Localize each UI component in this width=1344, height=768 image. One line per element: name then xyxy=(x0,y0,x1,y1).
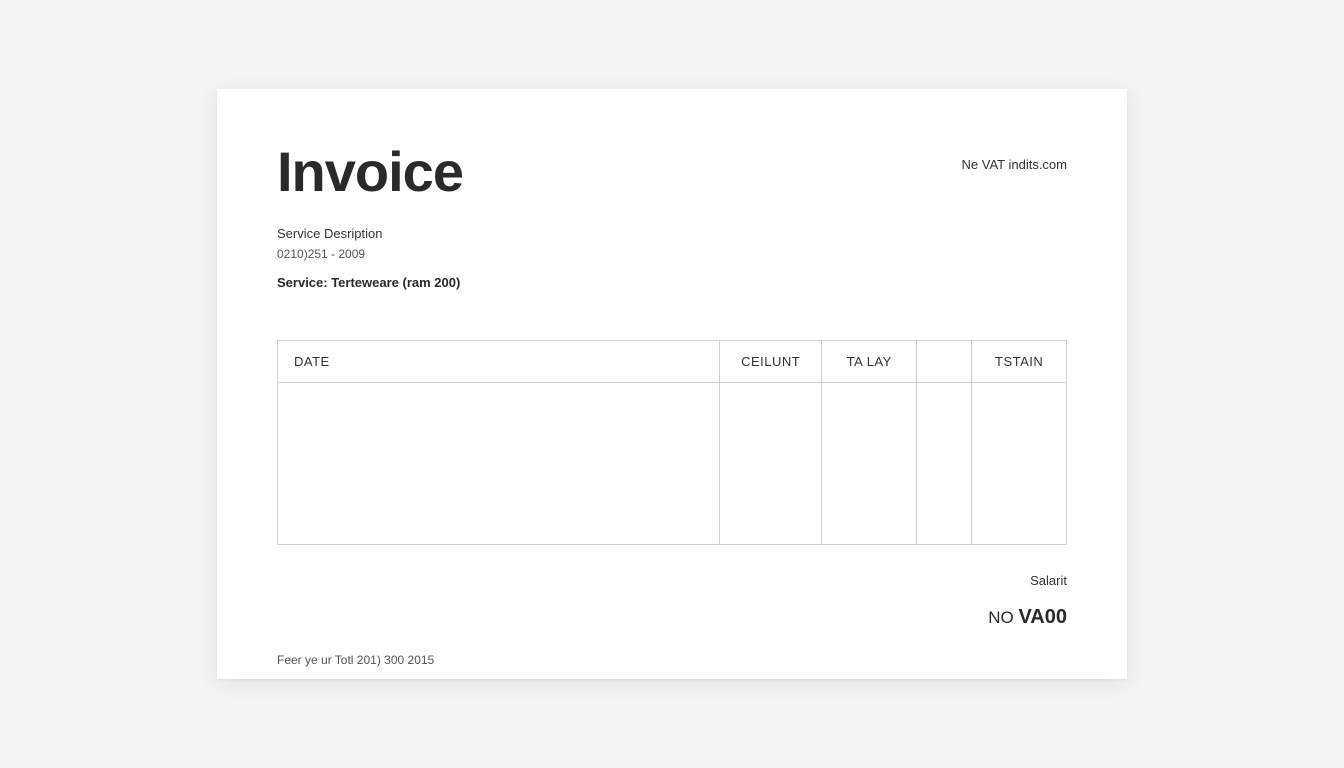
no-prefix: NO xyxy=(988,608,1018,627)
invoice-title: Invoice xyxy=(277,139,463,204)
table-row xyxy=(278,383,1067,545)
cell-date xyxy=(278,383,720,545)
header-row: Invoice Ne VAT indits.com xyxy=(277,139,1067,204)
meta-block: Service Desription 0210)251 - 2009 Servi… xyxy=(277,226,1067,290)
invoice-card: Invoice Ne VAT indits.com Service Desrip… xyxy=(217,89,1127,679)
col-date-header: DATE xyxy=(278,341,720,383)
subtotal-label: Salarit xyxy=(277,573,1067,588)
col-tstain-header: TSTAIN xyxy=(972,341,1067,383)
vat-code: VA00 xyxy=(1018,606,1067,628)
col-talay-header: TA LAY xyxy=(822,341,917,383)
service-subline: Service: Terteweare (ram 200) xyxy=(277,275,1067,290)
cell-talay xyxy=(822,383,917,545)
cell-empty xyxy=(917,383,972,545)
table-header-row: DATE CEILUNT TA LAY TSTAIN xyxy=(278,341,1067,383)
no-vat-line: NO VA00 xyxy=(277,606,1067,629)
cell-ceilunt xyxy=(719,383,822,545)
invoice-number: 0210)251 - 2009 xyxy=(277,247,1067,261)
col-ceilunt-header: CEILUNT xyxy=(719,341,822,383)
top-right-note: Ne VAT indits.com xyxy=(962,157,1067,172)
cell-tstain xyxy=(972,383,1067,545)
service-description-label: Service Desription xyxy=(277,226,1067,241)
totals-block: Salarit NO VA00 xyxy=(277,573,1067,629)
invoice-table: DATE CEILUNT TA LAY TSTAIN xyxy=(277,340,1067,545)
col-empty-header xyxy=(917,341,972,383)
footer-line: Feer ye ur Totl 201) 300 2015 xyxy=(277,653,1067,667)
